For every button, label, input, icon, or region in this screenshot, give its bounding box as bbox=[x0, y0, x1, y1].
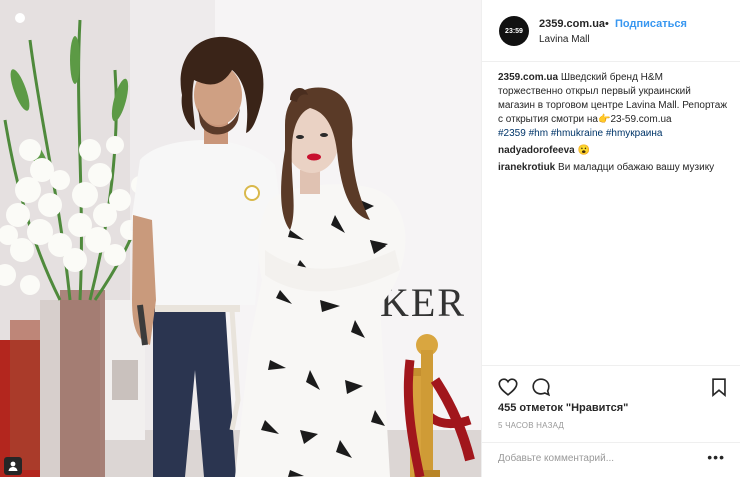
follow-button[interactable]: Подписаться bbox=[615, 18, 687, 30]
comment-username-link[interactable]: nadyadorofeeva bbox=[498, 145, 575, 156]
comment-item: nadyadorofeeva 😮 bbox=[498, 144, 728, 158]
photo-illustration: KER EP bbox=[0, 0, 481, 477]
caption-username-link[interactable]: 2359.com.ua bbox=[498, 72, 558, 83]
avatar-text: 23:59 bbox=[505, 27, 523, 35]
instagram-post: KER EP bbox=[0, 0, 740, 477]
user-tag-icon[interactable] bbox=[4, 457, 22, 475]
comment-username-link[interactable]: iranekrotiuk bbox=[498, 162, 555, 173]
header-username-link[interactable]: 2359.com.ua bbox=[539, 18, 605, 30]
post-side-panel: 23:59 2359.com.ua • Подписаться Lavina M… bbox=[481, 0, 740, 477]
caption: 2359.com.ua Шведский бренд H&M торжестве… bbox=[498, 71, 728, 141]
likes-count[interactable]: 455 отметок "Нравится" bbox=[498, 402, 628, 414]
comments-section: 2359.com.ua Шведский бренд H&M торжестве… bbox=[498, 71, 728, 178]
post-timestamp[interactable]: 5 ЧАСОВ НАЗАД bbox=[498, 421, 564, 430]
comment-icon[interactable] bbox=[530, 376, 552, 398]
post-photo[interactable]: KER EP bbox=[0, 0, 481, 477]
heart-icon[interactable] bbox=[497, 376, 519, 398]
add-comment-input[interactable]: Добавьте комментарий... bbox=[498, 453, 614, 464]
post-header: 23:59 2359.com.ua • Подписаться Lavina M… bbox=[482, 0, 740, 62]
comment-text: Ви маладци обажаю вашу музику bbox=[558, 162, 715, 173]
action-bar bbox=[482, 365, 740, 406]
header-separator: • bbox=[605, 18, 609, 30]
add-comment-bar: Добавьте комментарий... ••• bbox=[482, 442, 740, 477]
location-link[interactable]: Lavina Mall bbox=[539, 34, 590, 45]
bookmark-icon[interactable] bbox=[708, 376, 730, 398]
caption-hashtags[interactable]: #2359 #hm #hmukraine #hmукраина bbox=[498, 128, 662, 139]
avatar[interactable]: 23:59 bbox=[499, 16, 529, 46]
comment-item: iranekrotiuk Ви маладци обажаю вашу музи… bbox=[498, 161, 728, 175]
comment-text: 😮 bbox=[577, 145, 590, 156]
more-options-button[interactable]: ••• bbox=[707, 449, 725, 465]
